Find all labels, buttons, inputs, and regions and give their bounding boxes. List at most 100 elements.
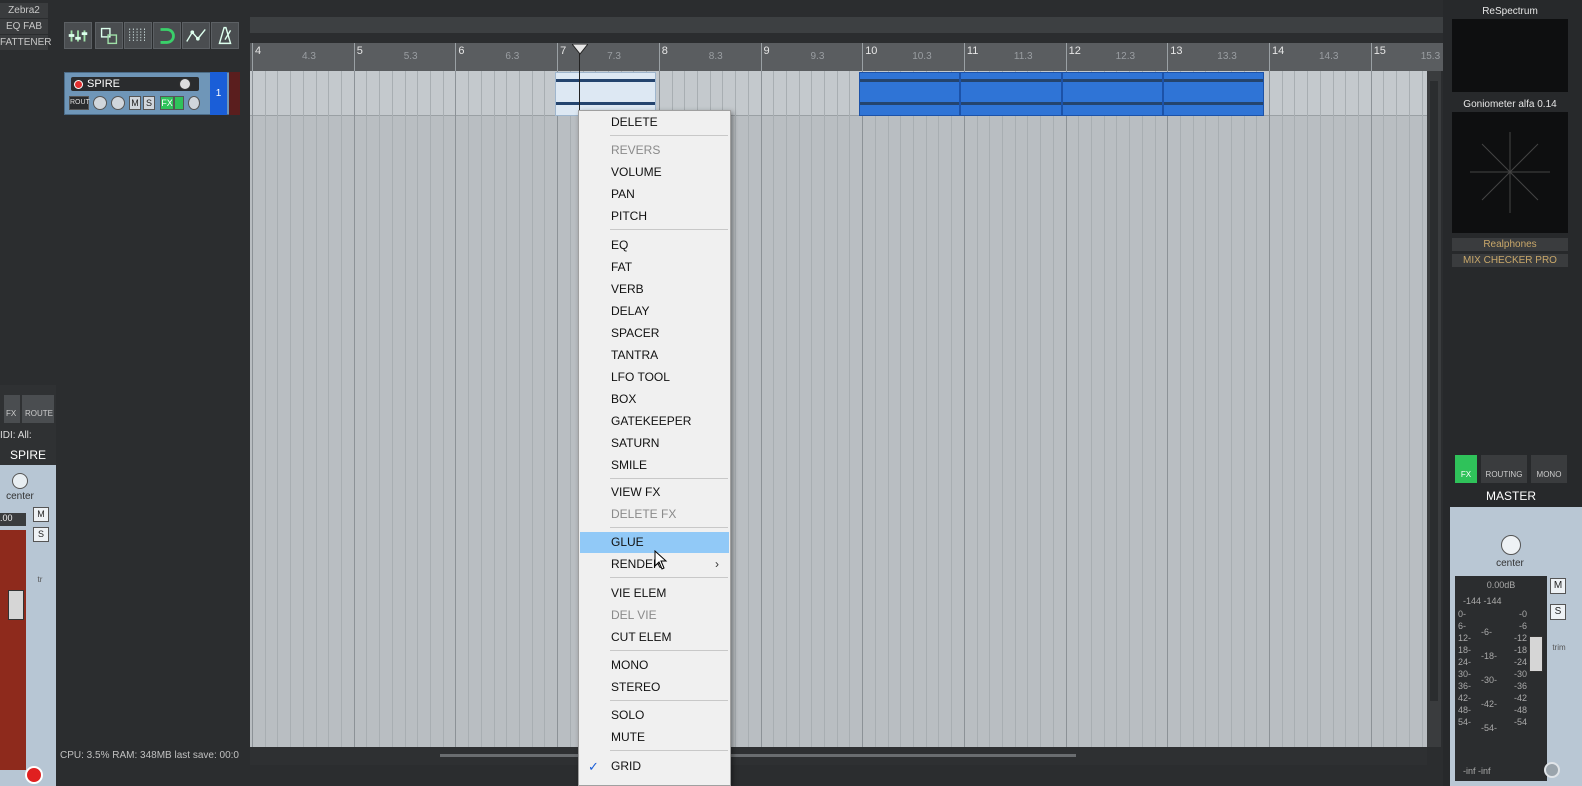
menu-item-view-fx[interactable]: VIEW FX <box>580 482 729 503</box>
menu-item-smile[interactable]: SMILE <box>580 455 729 476</box>
menu-item-pitch[interactable]: PITCH <box>580 206 729 227</box>
horizontal-scroll-thumb[interactable] <box>440 754 1076 757</box>
master-pan-knob[interactable] <box>1501 535 1521 555</box>
metronome-toggle-button[interactable] <box>211 22 239 49</box>
grid-line <box>1256 71 1258 747</box>
menu-item-solo[interactable]: SOLO <box>580 705 729 726</box>
menu-item-stereo[interactable]: STEREO <box>580 677 729 698</box>
timeline-ruler[interactable]: 4 4.3 5 5.3 6 6.3 7 7.3 8 8.3 9 9.3 10 10.3 11 11.3 12 12… <box>250 43 1443 71</box>
menu-item-label: VIE ELEM <box>611 586 667 600</box>
playhead-marker-icon[interactable] <box>572 44 588 56</box>
envelope-toggle-button[interactable] <box>182 22 210 49</box>
grid-line <box>862 71 864 747</box>
strip-mute-button[interactable]: M <box>33 507 49 522</box>
fx-bypass-icon[interactable] <box>174 96 184 110</box>
mute-button[interactable]: M <box>129 96 141 110</box>
ruler-beat-label: 9.3 <box>810 51 825 62</box>
phase-icon[interactable] <box>188 96 200 110</box>
vertical-scroll-thumb[interactable] <box>1430 81 1438 701</box>
menu-item-fat[interactable]: FAT <box>580 257 729 278</box>
menu-item-cut-elem[interactable]: CUT ELEM <box>580 627 729 648</box>
track-number[interactable]: 1 <box>210 72 227 115</box>
grid-line <box>1141 71 1143 747</box>
strip-trim-label: tr <box>37 575 43 584</box>
record-arm-icon[interactable] <box>74 80 83 89</box>
menu-item-mute[interactable]: MUTE <box>580 727 729 748</box>
ruler-bar-number: 4 <box>255 45 262 57</box>
grid-line <box>455 71 457 747</box>
menu-item-label: EQ <box>611 238 629 252</box>
mixer-toggle-button[interactable] <box>64 22 92 49</box>
media-item-selected[interactable] <box>1163 72 1264 116</box>
menu-item-volume[interactable]: VOLUME <box>580 162 729 183</box>
horizontal-scrollbar[interactable] <box>250 747 1427 765</box>
fx-button[interactable]: FX <box>160 96 174 110</box>
grid-line <box>417 71 419 747</box>
grid-line <box>1014 71 1016 747</box>
menu-item-eq[interactable]: EQ <box>580 235 729 256</box>
ruler-bar-number: 12 <box>1068 45 1081 57</box>
master-fx-button[interactable]: FX <box>1455 455 1477 483</box>
menu-item-vie-elem[interactable]: VIE ELEM <box>580 583 729 604</box>
realphones-button[interactable]: Realphones <box>1452 238 1568 251</box>
solo-button[interactable]: S <box>143 96 155 110</box>
grid-line <box>1307 71 1309 747</box>
menu-item-mono[interactable]: MONO <box>580 655 729 676</box>
menu-item-tantra[interactable]: TANTRA <box>580 345 729 366</box>
record-arm-icon[interactable] <box>25 766 43 784</box>
grid-line <box>353 71 355 747</box>
menu-item-label: VERB <box>611 282 644 296</box>
route-button[interactable]: ROUT <box>69 96 90 110</box>
plugin-item-zebra2[interactable]: Zebra2 <box>0 3 48 18</box>
master-mono-button[interactable]: MONO <box>1531 455 1567 483</box>
grid-line <box>252 71 253 747</box>
timeline-top-bar[interactable] <box>250 17 1443 33</box>
menu-item-saturn[interactable]: SATURN <box>580 433 729 454</box>
menu-item-lfo-tool[interactable]: LFO TOOL <box>580 367 729 388</box>
route-toggle-button[interactable] <box>95 22 123 49</box>
midi-input-label[interactable]: IDI: All: <box>0 430 54 443</box>
vertical-scrollbar[interactable] <box>1427 71 1441 747</box>
menu-item-spacer[interactable]: SPACER <box>580 323 729 344</box>
master-routing-button[interactable]: ROUTING <box>1481 455 1527 483</box>
menu-separator <box>610 650 728 651</box>
strip-route-button[interactable]: ROUTE <box>22 395 54 423</box>
menu-item-verb[interactable]: VERB <box>580 279 729 300</box>
respectrum-display[interactable] <box>1452 19 1568 92</box>
menu-item-label: PAN <box>611 187 635 201</box>
snap-toggle-button[interactable] <box>153 22 181 49</box>
menu-item-delete[interactable]: DELETE <box>580 112 729 133</box>
master-meter-scale-right: -0 -6 -12 -18 -24 -30 -36 -42 -48 -54 <box>1513 609 1527 727</box>
grid-line <box>315 71 317 747</box>
grid-line <box>277 71 279 747</box>
media-item-selected[interactable] <box>960 72 1062 116</box>
width-knob[interactable] <box>111 96 125 110</box>
master-solo-button[interactable]: S <box>1550 604 1566 620</box>
menu-item-label: VIEW FX <box>611 485 661 499</box>
menu-item-delay[interactable]: DELAY <box>580 301 729 322</box>
goniometer-display[interactable] <box>1452 112 1568 233</box>
mouse-cursor-icon <box>654 550 668 570</box>
menu-item-label: DELETE FX <box>611 507 677 521</box>
master-fader-handle[interactable] <box>1529 636 1543 672</box>
menu-item-grid[interactable]: GRID ✓ <box>580 756 729 777</box>
media-item-selected[interactable] <box>1062 72 1163 116</box>
strip-fx-button[interactable]: FX <box>4 395 20 423</box>
strip-pan-knob[interactable] <box>12 473 28 489</box>
plugin-item-eq-fab[interactable]: EQ FAB <box>0 19 48 34</box>
menu-item-label: MUTE <box>611 730 645 744</box>
grid-toggle-button[interactable] <box>124 22 152 49</box>
media-item-selected[interactable] <box>859 72 960 116</box>
mix-checker-button[interactable]: MIX CHECKER PRO <box>1452 254 1568 267</box>
plugin-item-fattener[interactable]: FATTENER <box>0 35 51 50</box>
strip-fader-handle[interactable] <box>8 590 24 620</box>
volume-knob[interactable] <box>179 78 191 90</box>
menu-item-gatekeeper[interactable]: GATEKEEPER <box>580 411 729 432</box>
strip-solo-button[interactable]: S <box>33 527 49 542</box>
settings-gear-icon[interactable] <box>1544 762 1560 778</box>
pan-knob[interactable] <box>93 96 107 110</box>
master-mute-button[interactable]: M <box>1550 578 1566 594</box>
menu-item-pan[interactable]: PAN <box>580 184 729 205</box>
menu-item-box[interactable]: BOX <box>580 389 729 410</box>
envelope-icon <box>186 29 206 42</box>
